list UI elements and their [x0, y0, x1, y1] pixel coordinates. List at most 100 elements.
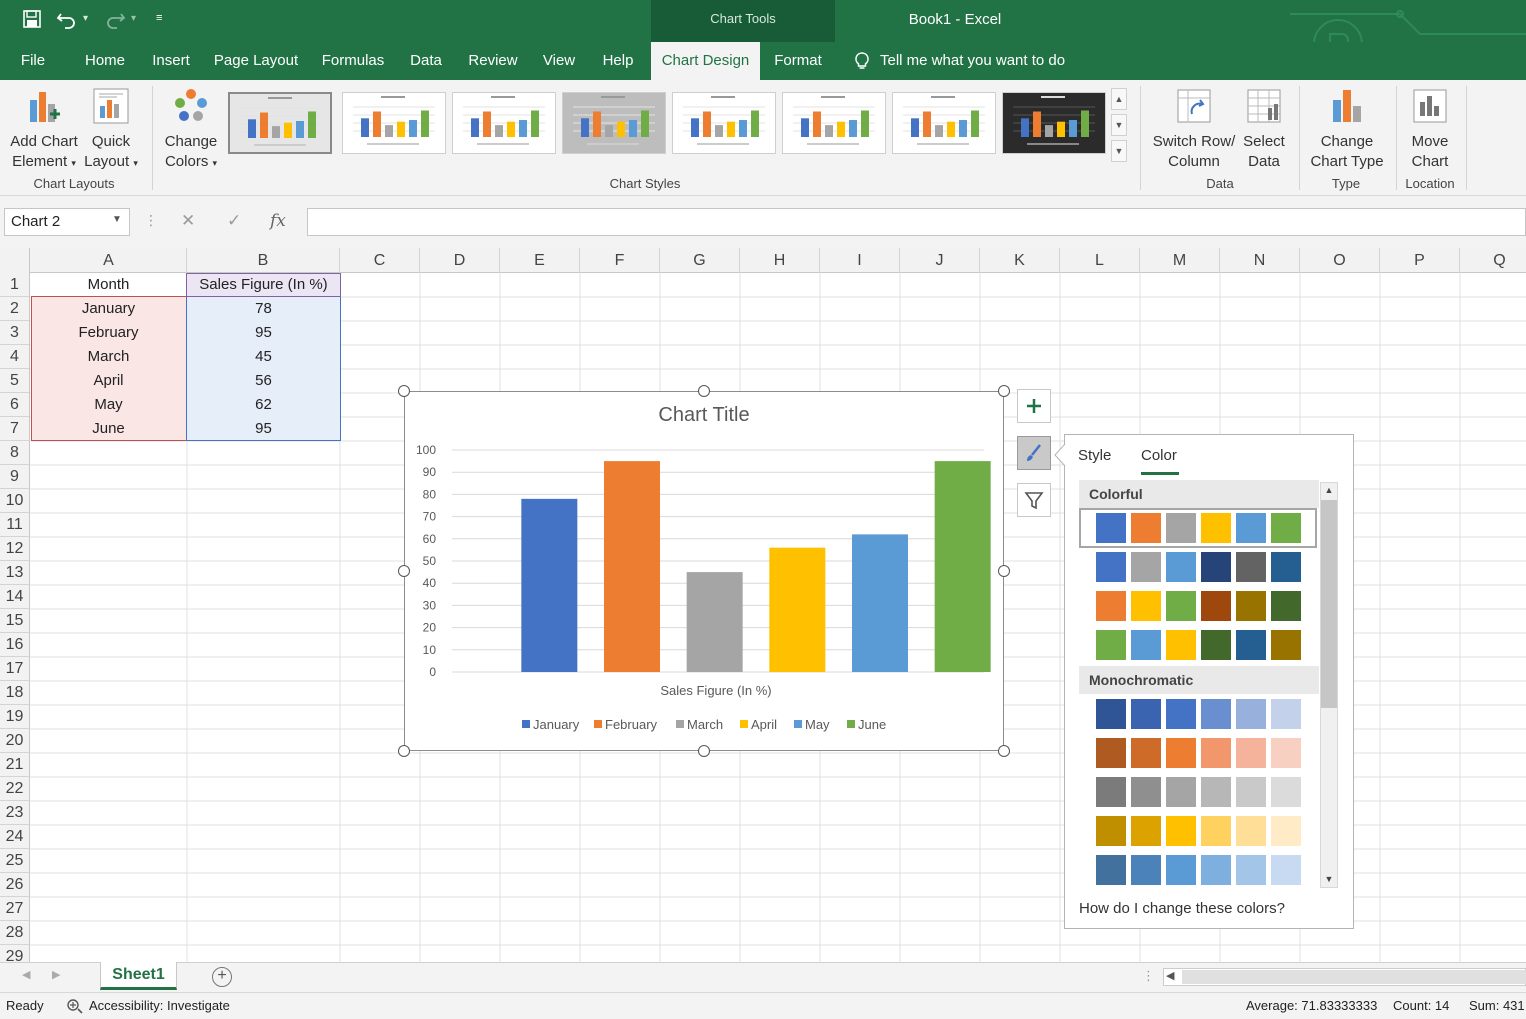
- scroll-left-icon[interactable]: ◀: [1166, 969, 1174, 982]
- quick-layout-button[interactable]: Quick Layout ▾: [78, 86, 144, 172]
- switch-row-column-button[interactable]: Switch Row/ Column: [1148, 86, 1240, 172]
- colorful-swatch[interactable]: [1201, 630, 1231, 660]
- palette-scrollbar-thumb[interactable]: [1321, 500, 1337, 708]
- flyout-tab-style[interactable]: Style: [1078, 447, 1111, 464]
- chart-style-6[interactable]: [782, 92, 886, 154]
- monochromatic-swatch[interactable]: [1201, 777, 1231, 807]
- row-header-1[interactable]: 1: [0, 273, 30, 297]
- column-header-B[interactable]: B: [187, 248, 340, 273]
- legend-item-april[interactable]: April: [740, 717, 777, 732]
- change-colors-button[interactable]: Change Colors ▾: [158, 86, 224, 172]
- column-header-A[interactable]: A: [31, 248, 187, 273]
- chart-style-1[interactable]: [228, 92, 332, 154]
- cancel-icon[interactable]: ✕: [181, 211, 195, 231]
- monochromatic-swatch[interactable]: [1131, 816, 1161, 846]
- customize-qat-icon[interactable]: ≡: [156, 12, 162, 24]
- chart-style-2[interactable]: [342, 92, 446, 154]
- legend-item-may[interactable]: May: [794, 717, 830, 732]
- x-axis-label[interactable]: Sales Figure (In %): [660, 683, 771, 698]
- monochromatic-swatch[interactable]: [1096, 738, 1126, 768]
- column-header-K[interactable]: K: [980, 248, 1060, 273]
- row-header-6[interactable]: 6: [0, 393, 30, 417]
- row-header-2[interactable]: 2: [0, 297, 30, 321]
- row-header-15[interactable]: 15: [0, 609, 30, 633]
- formula-input[interactable]: [307, 208, 1526, 236]
- resize-handle-nw[interactable]: [398, 385, 410, 397]
- cell-B1[interactable]: Sales Figure (In %): [187, 273, 340, 297]
- status-sum[interactable]: Sum: 431: [1469, 998, 1525, 1013]
- tab-formulas[interactable]: Formulas: [316, 42, 390, 80]
- tab-format[interactable]: Format: [768, 42, 828, 80]
- monochromatic-swatch[interactable]: [1131, 777, 1161, 807]
- tab-file[interactable]: File: [12, 42, 54, 80]
- status-average[interactable]: Average: 71.83333333: [1246, 998, 1377, 1013]
- row-header-28[interactable]: 28: [0, 921, 30, 945]
- colorful-swatch[interactable]: [1096, 552, 1126, 582]
- monochromatic-swatch[interactable]: [1271, 699, 1301, 729]
- enter-icon[interactable]: ✓: [227, 211, 241, 231]
- colorful-swatch[interactable]: [1166, 513, 1196, 543]
- tab-help[interactable]: Help: [596, 42, 640, 80]
- monochromatic-swatch[interactable]: [1236, 699, 1266, 729]
- resize-handle-s[interactable]: [698, 745, 710, 757]
- splitter-icon[interactable]: ⋮: [1142, 968, 1155, 984]
- next-sheet-icon[interactable]: ▶: [52, 968, 60, 981]
- colorful-swatch[interactable]: [1236, 591, 1266, 621]
- chart-style-7[interactable]: [892, 92, 996, 154]
- bar-may[interactable]: [852, 534, 908, 672]
- monochromatic-swatch[interactable]: [1201, 699, 1231, 729]
- cell-B6[interactable]: 62: [187, 393, 340, 417]
- save-icon[interactable]: [22, 9, 42, 29]
- chart-filters-button[interactable]: [1017, 483, 1051, 517]
- cell-A6[interactable]: May: [31, 393, 186, 417]
- column-header-Q[interactable]: Q: [1460, 248, 1526, 273]
- gallery-down-icon[interactable]: ▼: [1111, 114, 1127, 136]
- scroll-up-icon[interactable]: ▲: [1320, 482, 1338, 498]
- column-header-N[interactable]: N: [1220, 248, 1300, 273]
- status-accessibility[interactable]: Accessibility: Investigate: [89, 998, 230, 1013]
- bar-february[interactable]: [604, 461, 660, 672]
- row-header-27[interactable]: 27: [0, 897, 30, 921]
- tab-chart-design[interactable]: Chart Design: [651, 42, 760, 80]
- chevron-down-icon[interactable]: ▼: [112, 214, 122, 225]
- monochromatic-swatch[interactable]: [1096, 855, 1126, 885]
- tab-home[interactable]: Home: [78, 42, 132, 80]
- resize-handle-se[interactable]: [998, 745, 1010, 757]
- row-header-4[interactable]: 4: [0, 345, 30, 369]
- monochromatic-swatch[interactable]: [1131, 738, 1161, 768]
- monochromatic-swatch[interactable]: [1166, 777, 1196, 807]
- row-header-3[interactable]: 3: [0, 321, 30, 345]
- column-header-E[interactable]: E: [500, 248, 580, 273]
- gallery-more-icon[interactable]: ▼: [1111, 140, 1127, 162]
- tell-me-search[interactable]: Tell me what you want to do: [880, 42, 1080, 80]
- cell-A1[interactable]: Month: [31, 273, 186, 297]
- cell-B3[interactable]: 95: [187, 321, 340, 345]
- resize-handle-sw[interactable]: [398, 745, 410, 757]
- column-header-O[interactable]: O: [1300, 248, 1380, 273]
- monochromatic-swatch[interactable]: [1271, 738, 1301, 768]
- legend-item-june[interactable]: June: [847, 717, 886, 732]
- monochromatic-swatch[interactable]: [1201, 738, 1231, 768]
- status-count[interactable]: Count: 14: [1393, 998, 1449, 1013]
- column-header-C[interactable]: C: [340, 248, 420, 273]
- row-header-5[interactable]: 5: [0, 369, 30, 393]
- insert-function-icon[interactable]: fx: [270, 211, 286, 231]
- row-header-12[interactable]: 12: [0, 537, 30, 561]
- chart-style-3[interactable]: [452, 92, 556, 154]
- row-header-14[interactable]: 14: [0, 585, 30, 609]
- column-header-J[interactable]: J: [900, 248, 980, 273]
- scroll-down-icon[interactable]: ▼: [1320, 871, 1338, 887]
- flyout-tab-color[interactable]: Color: [1141, 447, 1177, 464]
- undo-icon[interactable]: [56, 9, 78, 29]
- colorful-swatch[interactable]: [1131, 513, 1161, 543]
- row-header-11[interactable]: 11: [0, 513, 30, 537]
- monochromatic-swatch[interactable]: [1271, 855, 1301, 885]
- cell-A4[interactable]: March: [31, 345, 186, 369]
- monochromatic-swatch[interactable]: [1271, 816, 1301, 846]
- monochromatic-swatch[interactable]: [1236, 777, 1266, 807]
- chart-style-4[interactable]: [562, 92, 666, 154]
- row-header-23[interactable]: 23: [0, 801, 30, 825]
- chart-styles-button[interactable]: [1017, 436, 1051, 470]
- row-header-22[interactable]: 22: [0, 777, 30, 801]
- column-header-F[interactable]: F: [580, 248, 660, 273]
